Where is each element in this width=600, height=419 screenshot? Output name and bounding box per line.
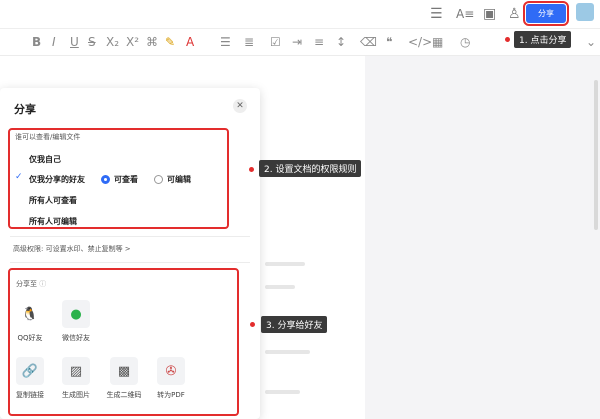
share-to-text: 分享至 [16, 280, 37, 288]
generate-image-label: 生成图片 [62, 391, 90, 399]
clear-format-icon[interactable]: ⌫ [360, 29, 377, 55]
link-icon: 🔗 [21, 363, 39, 379]
background-area [365, 56, 600, 419]
blurred-text-line [265, 350, 310, 354]
divider [10, 262, 250, 263]
ordered-list-icon[interactable]: ≣ [244, 29, 254, 55]
format-brush-icon[interactable]: ⌘ [146, 29, 158, 55]
bold-icon[interactable]: B [32, 29, 41, 55]
callout-step-2: 2. 设置文档的权限规则 [259, 160, 362, 177]
option-only-me[interactable]: 仅我自己 [29, 154, 61, 165]
callout-step-1: 1. 点击分享 [514, 31, 572, 48]
advanced-permissions-link[interactable]: 高级权限: 可设置水印、禁止复制等 > [13, 244, 131, 254]
underline-icon[interactable]: U [70, 29, 79, 55]
code-icon[interactable]: </> [408, 29, 432, 55]
list-icon[interactable]: ☰ [430, 0, 443, 28]
qrcode-button[interactable]: ▩ [110, 357, 138, 385]
qq-label: QQ好友 [17, 334, 43, 342]
generate-image-button[interactable]: ▨ [62, 357, 90, 385]
qq-share-button[interactable]: 🐧 [16, 300, 44, 328]
subscript-icon[interactable]: X₂ [106, 29, 119, 55]
permission-heading: 谁可以查看/编辑文件 [15, 133, 81, 141]
text-format-icon[interactable]: A≡ [456, 0, 474, 28]
option-shared-friends[interactable]: 仅我分享的好友 [29, 174, 85, 185]
blurred-text-line [265, 262, 305, 266]
checkmark-icon: ✓ [15, 172, 23, 182]
checklist-icon[interactable]: ☑ [270, 29, 281, 55]
scrollbar[interactable] [594, 80, 598, 230]
top-header: ☰ A≡ ▣ ♙ 分享 [0, 0, 600, 29]
share-dialog: 分享 ✕ 谁可以查看/编辑文件 仅我自己 ✓ 仅我分享的好友 可查看 可编辑 所… [0, 88, 260, 419]
strike-icon[interactable]: S [88, 29, 96, 55]
divider [10, 236, 250, 237]
qrcode-label: 生成二维码 [106, 391, 142, 399]
highlight-icon[interactable]: ✎ [165, 29, 175, 55]
annotation-dot [249, 167, 254, 172]
close-icon: ✕ [236, 101, 244, 111]
radio-view-label[interactable]: 可查看 [114, 174, 138, 185]
add-user-icon[interactable]: ♙ [508, 0, 521, 28]
share-to-label: 分享至 ⓘ [16, 279, 46, 289]
pdf-icon: ✇ [165, 363, 177, 379]
avatar[interactable] [576, 3, 594, 21]
line-height-icon[interactable]: ↕ [336, 29, 346, 55]
option-all-view[interactable]: 所有人可查看 [29, 195, 77, 206]
quote-icon[interactable]: ❝ [386, 29, 392, 55]
image-icon: ▨ [69, 363, 83, 379]
radio-view[interactable] [101, 175, 110, 184]
italic-icon[interactable]: I [52, 29, 56, 55]
option-all-edit[interactable]: 所有人可编辑 [29, 216, 77, 227]
share-button[interactable]: 分享 [523, 1, 569, 26]
close-button[interactable]: ✕ [233, 99, 247, 113]
chevron-down-icon[interactable]: ⌄ [586, 29, 596, 55]
qrcode-icon: ▩ [117, 363, 131, 379]
superscript-icon[interactable]: X² [126, 29, 139, 55]
blurred-text-line [265, 285, 295, 289]
pdf-button[interactable]: ✇ [157, 357, 185, 385]
wechat-share-button[interactable]: ● [62, 300, 90, 328]
blurred-text-line [265, 390, 300, 394]
clock-icon[interactable]: ◷ [460, 29, 470, 55]
annotation-dot [250, 322, 255, 327]
qq-icon: 🐧 [21, 306, 39, 322]
radio-edit-label[interactable]: 可编辑 [167, 174, 191, 185]
wechat-icon: ● [70, 306, 82, 322]
help-icon[interactable]: ⓘ [39, 280, 46, 288]
wechat-label: 微信好友 [62, 334, 90, 342]
indent-icon[interactable]: ⇥ [292, 29, 302, 55]
copy-link-label: 复制链接 [16, 391, 44, 399]
present-icon[interactable]: ▣ [483, 0, 496, 28]
callout-step-3: 3. 分享给好友 [261, 316, 328, 333]
annotation-dot [505, 37, 510, 42]
pdf-label: 转为PDF [157, 391, 185, 399]
bullet-list-icon[interactable]: ☰ [220, 29, 231, 55]
copy-link-button[interactable]: 🔗 [16, 357, 44, 385]
dialog-title: 分享 [14, 103, 36, 116]
format-toolbar: B I U S X₂ X² ⌘ ✎ A ☰ ≣ ☑ ⇥ ≡ ↕ ⌫ ❝ </> … [0, 29, 600, 56]
table-icon[interactable]: ▦ [432, 29, 443, 55]
font-color-icon[interactable]: A [186, 29, 194, 55]
align-icon[interactable]: ≡ [314, 29, 324, 55]
radio-edit[interactable] [154, 175, 163, 184]
